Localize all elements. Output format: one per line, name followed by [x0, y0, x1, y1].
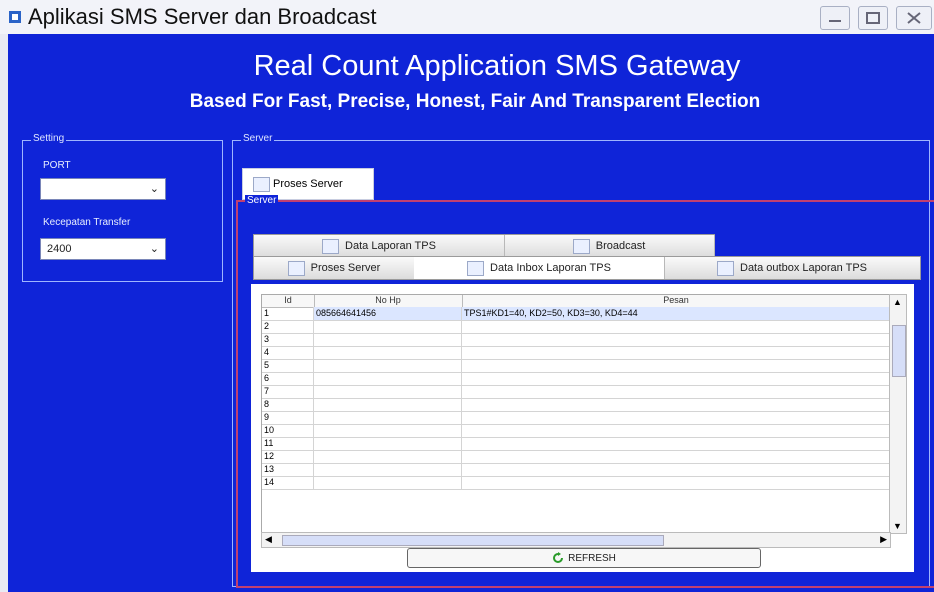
- tab-row-top: Data Laporan TPS Broadcast: [253, 234, 715, 258]
- table-row[interactable]: 1 085664641456 TPS1#KD1=40, KD2=50, KD3=30…: [262, 307, 890, 321]
- tab-label: Data Laporan TPS: [345, 240, 436, 252]
- inbox-table-area: Id No Hp Pesan 1 085664641456 TPS1#KD1=40,…: [251, 284, 914, 572]
- window-title: Aplikasi SMS Server dan Broadcast: [28, 4, 377, 29]
- server-icon: [287, 260, 305, 276]
- horizontal-scrollbar[interactable]: ◀ ▶: [261, 532, 891, 548]
- vertical-scrollbar[interactable]: ▲ ▼: [889, 294, 907, 534]
- port-select[interactable]: ⌄: [40, 178, 166, 200]
- app-subheadline: Based For Fast, Precise, Honest, Fair An…: [189, 91, 761, 112]
- table-row[interactable]: 4: [262, 346, 890, 360]
- chevron-left-icon[interactable]: ◀: [265, 534, 272, 545]
- broadcast-icon: [572, 238, 590, 254]
- table-row[interactable]: 9: [262, 411, 890, 425]
- tab-label: Proses Server: [310, 262, 381, 274]
- table-row[interactable]: 6: [262, 372, 890, 386]
- table-row[interactable]: 7: [262, 385, 890, 399]
- chevron-down-icon[interactable]: ▼: [893, 521, 902, 531]
- tab-label: Data Inbox Laporan TPS: [490, 262, 611, 274]
- outbox-icon: [717, 260, 734, 276]
- refresh-label: REFRESH: [568, 552, 616, 564]
- tab-row-bottom: Proses Server Data Inbox Laporan TPS Dat…: [253, 256, 921, 280]
- column-header-id[interactable]: Id: [262, 295, 315, 307]
- tab-data-inbox-laporan-tps[interactable]: Data Inbox Laporan TPS: [414, 257, 665, 279]
- table-row[interactable]: 3: [262, 333, 890, 347]
- horizontal-scroll-thumb[interactable]: [282, 535, 664, 546]
- tab-label: Data outbox Laporan TPS: [740, 262, 867, 274]
- column-header-phone[interactable]: No Hp: [314, 295, 463, 307]
- tab-broadcast[interactable]: Broadcast: [504, 235, 715, 257]
- close-icon: [907, 12, 921, 24]
- table-row[interactable]: 2: [262, 320, 890, 334]
- transfer-speed-value: 2400: [47, 243, 72, 255]
- tab-data-outbox-laporan-tps[interactable]: Data outbox Laporan TPS: [664, 257, 920, 279]
- column-header-message[interactable]: Pesan: [462, 295, 890, 307]
- close-button[interactable]: [896, 6, 932, 30]
- chevron-down-icon: ⌄: [149, 243, 159, 255]
- table-row[interactable]: 14: [262, 476, 890, 490]
- tab-label: Broadcast: [595, 240, 646, 252]
- tab-data-laporan-tps[interactable]: Data Laporan TPS: [254, 235, 505, 257]
- table-row[interactable]: 13: [262, 463, 890, 477]
- maximize-icon: [866, 12, 880, 24]
- minimize-button[interactable]: [820, 6, 850, 30]
- chevron-right-icon[interactable]: ▶: [880, 534, 887, 545]
- minimize-icon: [829, 20, 841, 22]
- inbox-icon: [467, 260, 485, 276]
- table-row[interactable]: 10: [262, 424, 890, 438]
- refresh-icon: [553, 552, 564, 563]
- port-label: PORT: [43, 160, 71, 171]
- server-group-title: Server: [241, 133, 275, 144]
- server-panel-title: Server: [245, 195, 279, 206]
- table-row[interactable]: 8: [262, 398, 890, 412]
- title-bar: Aplikasi SMS Server dan Broadcast: [0, 0, 934, 34]
- scroll-thumb[interactable]: [892, 325, 906, 377]
- transfer-speed-select[interactable]: 2400 ⌄: [40, 238, 166, 260]
- app-headline: Real Count Application SMS Gateway: [253, 50, 741, 82]
- server-icon: [253, 177, 270, 192]
- transfer-speed-label: Kecepatan Transfer: [43, 217, 131, 228]
- report-icon: [322, 238, 340, 254]
- app-icon: [9, 11, 21, 23]
- chevron-up-icon[interactable]: ▲: [893, 297, 902, 307]
- setting-group-title: Setting: [31, 133, 67, 144]
- table-row[interactable]: 5: [262, 359, 890, 373]
- table-row[interactable]: 11: [262, 437, 890, 451]
- maximize-button[interactable]: [858, 6, 888, 30]
- chevron-down-icon: ⌄: [149, 183, 159, 195]
- table-row[interactable]: 12: [262, 450, 890, 464]
- refresh-button[interactable]: REFRESH: [407, 548, 761, 568]
- tab-proses-server[interactable]: Proses Server: [254, 257, 415, 279]
- tab-label: Proses Server: [273, 178, 343, 190]
- inbox-table: Id No Hp Pesan 1 085664641456 TPS1#KD1=40,…: [261, 294, 891, 534]
